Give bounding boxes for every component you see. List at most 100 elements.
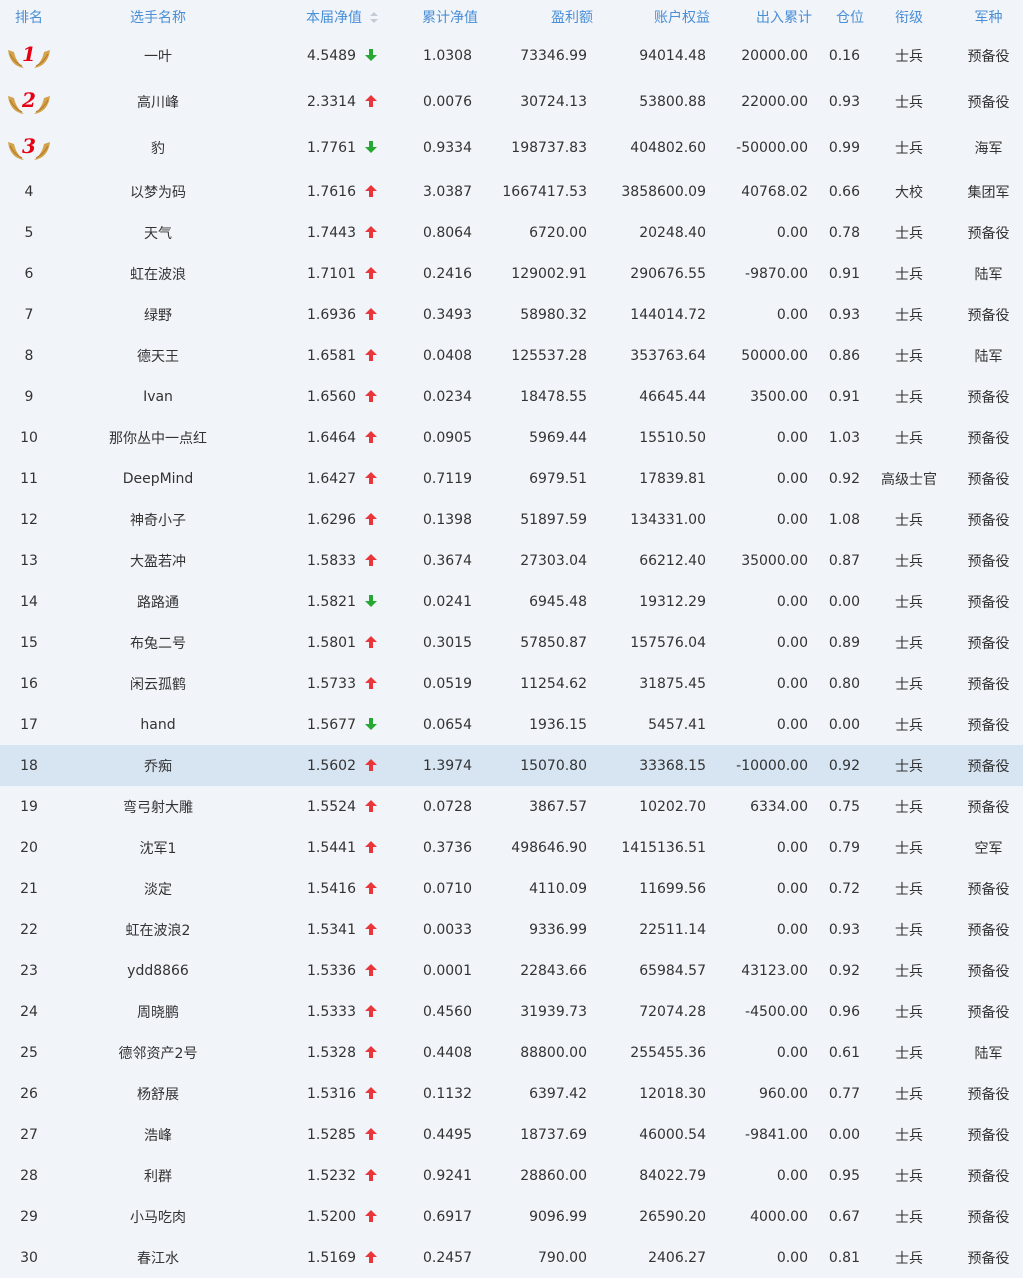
col-equity-header[interactable]: 账户权益 bbox=[593, 0, 710, 33]
table-row[interactable]: 6 虹在波浪 1.7101 0.2416 129002.91 290676.55 -9870… bbox=[0, 253, 1023, 294]
player-name[interactable]: DeepMind bbox=[58, 458, 258, 499]
title-cell: 士兵 bbox=[895, 1250, 923, 1267]
player-name[interactable]: 德天王 bbox=[58, 335, 258, 376]
equity-cell: 2406.27 bbox=[648, 1249, 706, 1266]
col-rank-header[interactable]: 排名 bbox=[0, 0, 58, 33]
table-row[interactable]: 27 浩峰 1.5285 0.4495 18737.69 46000.54 -9841.00… bbox=[0, 1114, 1023, 1155]
player-name[interactable]: Ivan bbox=[58, 376, 258, 417]
table-row[interactable]: 12 神奇小子 1.6296 0.1398 51897.59 134331.00 0.00 1… bbox=[0, 499, 1023, 540]
col-flow-header[interactable]: 出入累计 bbox=[710, 0, 812, 33]
cum-nav-cell: 0.7119 bbox=[423, 470, 472, 487]
table-row[interactable]: 29 小马吃肉 1.5200 0.6917 9096.99 26590.20 4000.00… bbox=[0, 1196, 1023, 1237]
up-arrow-icon bbox=[365, 1250, 377, 1263]
table-row[interactable]: 20 沈军1 1.5441 0.3736 498646.90 1415136.51 0.00… bbox=[0, 827, 1023, 868]
table-row[interactable]: 7 绿野 1.6936 0.3493 58980.32 144014.72 0.00 0.93… bbox=[0, 294, 1023, 335]
rank-cell: 23 bbox=[20, 962, 38, 979]
player-name[interactable]: 神奇小子 bbox=[58, 499, 258, 540]
profit-cell: 129002.91 bbox=[511, 265, 587, 282]
table-row[interactable]: 2 高川峰 2.3314 0.0076 30724.13 53800.88 22000.00… bbox=[0, 79, 1023, 125]
player-name[interactable]: 德邻资产2号 bbox=[58, 1032, 258, 1073]
table-row[interactable]: 25 德邻资产2号 1.5328 0.4408 88800.00 255455.36 0.0… bbox=[0, 1032, 1023, 1073]
cum-nav-cell: 0.4560 bbox=[423, 1003, 472, 1020]
equity-cell: 31875.45 bbox=[639, 675, 706, 692]
up-arrow-icon bbox=[365, 430, 377, 443]
player-name[interactable]: 豹 bbox=[58, 125, 258, 171]
player-name[interactable]: 大盈若冲 bbox=[58, 540, 258, 581]
player-name[interactable]: 那你丛中一点红 bbox=[58, 417, 258, 458]
table-row[interactable]: 16 闲云孤鹤 1.5733 0.0519 11254.62 31875.45 0.00 0.… bbox=[0, 663, 1023, 704]
branch-cell: 陆军 bbox=[974, 266, 1003, 283]
table-row[interactable]: 24 周晓鹏 1.5333 0.4560 31939.73 72074.28 -4500.0… bbox=[0, 991, 1023, 1032]
nav-cell: 1.5677 bbox=[258, 704, 378, 745]
player-name[interactable]: 布兔二号 bbox=[58, 622, 258, 663]
player-name[interactable]: 虹在波浪2 bbox=[58, 909, 258, 950]
player-name[interactable]: 高川峰 bbox=[58, 79, 258, 125]
col-nav-header[interactable]: 本届净值 bbox=[258, 0, 378, 33]
profit-cell: 3867.57 bbox=[529, 798, 587, 815]
table-row[interactable]: 22 虹在波浪2 1.5341 0.0033 9336.99 22511.14 0.00 0.… bbox=[0, 909, 1023, 950]
player-name[interactable]: 闲云孤鹤 bbox=[58, 663, 258, 704]
col-branch-header[interactable]: 军种 bbox=[954, 0, 1023, 33]
table-row[interactable]: 23 ydd8866 1.5336 0.0001 22843.66 65984.57 431… bbox=[0, 950, 1023, 991]
equity-cell: 72074.28 bbox=[639, 1003, 706, 1020]
player-name[interactable]: 以梦为码 bbox=[58, 171, 258, 212]
table-row[interactable]: 10 那你丛中一点红 1.6464 0.0905 5969.44 15510.50 0.00… bbox=[0, 417, 1023, 458]
player-name[interactable]: 周晓鹏 bbox=[58, 991, 258, 1032]
cum-nav-cell: 0.0408 bbox=[423, 347, 472, 364]
equity-cell: 53800.88 bbox=[639, 94, 706, 110]
table-row[interactable]: 18 乔痴 1.5602 1.3974 15070.80 33368.15 -10000.0… bbox=[0, 745, 1023, 786]
table-row[interactable]: 4 以梦为码 1.7616 3.0387 1667417.53 3858600.09 407… bbox=[0, 171, 1023, 212]
player-name[interactable]: ydd8866 bbox=[58, 950, 258, 991]
nav-cell: 1.5821 bbox=[258, 581, 378, 622]
table-row[interactable]: 28 利群 1.5232 0.9241 28860.00 84022.79 0.00 0.95… bbox=[0, 1155, 1023, 1196]
table-row[interactable]: 9 Ivan 1.6560 0.0234 18478.55 46645.44 3500.00… bbox=[0, 376, 1023, 417]
player-name[interactable]: 一叶 bbox=[58, 33, 258, 79]
player-name[interactable]: 虹在波浪 bbox=[58, 253, 258, 294]
flow-cell: 43123.00 bbox=[741, 962, 808, 979]
table-row[interactable]: 1 一叶 4.5489 1.0308 73346.99 94014.48 20000.00 0… bbox=[0, 33, 1023, 79]
player-name[interactable]: 路路通 bbox=[58, 581, 258, 622]
rank-cell: 22 bbox=[20, 921, 38, 938]
flow-cell: 0.00 bbox=[776, 429, 808, 446]
table-row[interactable]: 13 大盈若冲 1.5833 0.3674 27303.04 66212.40 35000.… bbox=[0, 540, 1023, 581]
player-name[interactable]: hand bbox=[58, 704, 258, 745]
player-name[interactable]: 利群 bbox=[58, 1155, 258, 1196]
table-row[interactable]: 3 豹 1.7761 0.9334 198737.83 404802.60 -50000.0… bbox=[0, 125, 1023, 171]
player-name[interactable]: 沈军1 bbox=[58, 827, 258, 868]
player-name[interactable]: 弯弓射大雕 bbox=[58, 786, 258, 827]
table-row[interactable]: 15 布兔二号 1.5801 0.3015 57850.87 157576.04 0.00 0… bbox=[0, 622, 1023, 663]
branch-cell: 预备役 bbox=[967, 307, 1010, 324]
table-row[interactable]: 11 DeepMind 1.6427 0.7119 6979.51 17839.81 0.0… bbox=[0, 458, 1023, 499]
col-position-header[interactable]: 仓位 bbox=[812, 0, 864, 33]
profit-cell: 9336.99 bbox=[529, 921, 587, 938]
up-arrow-icon bbox=[365, 512, 377, 525]
player-name[interactable]: 春江水 bbox=[58, 1237, 258, 1278]
table-row[interactable]: 17 hand 1.5677 0.0654 1936.15 5457.41 0.00 0.00… bbox=[0, 704, 1023, 745]
up-arrow-icon bbox=[365, 1004, 377, 1017]
table-row[interactable]: 8 德天王 1.6581 0.0408 125537.28 353763.64 50000.… bbox=[0, 335, 1023, 376]
equity-cell: 66212.40 bbox=[639, 552, 706, 569]
player-name[interactable]: 杨舒展 bbox=[58, 1073, 258, 1114]
player-name[interactable]: 乔痴 bbox=[58, 745, 258, 786]
player-name[interactable]: 天气 bbox=[58, 212, 258, 253]
player-name[interactable]: 浩峰 bbox=[58, 1114, 258, 1155]
col-title-header[interactable]: 衔级 bbox=[864, 0, 954, 33]
player-name[interactable]: 淡定 bbox=[58, 868, 258, 909]
table-row[interactable]: 19 弯弓射大雕 1.5524 0.0728 3867.57 10202.70 6334.0… bbox=[0, 786, 1023, 827]
player-name[interactable]: 绿野 bbox=[58, 294, 258, 335]
table-row[interactable]: 30 春江水 1.5169 0.2457 790.00 2406.27 0.00 0.81 士兵… bbox=[0, 1237, 1023, 1278]
table-row[interactable]: 26 杨舒展 1.5316 0.1132 6397.42 12018.30 960.00 0.… bbox=[0, 1073, 1023, 1114]
table-row[interactable]: 21 淡定 1.5416 0.0710 4110.09 11699.56 0.00 0.72 士… bbox=[0, 868, 1023, 909]
col-name-header[interactable]: 选手名称 bbox=[58, 0, 258, 33]
equity-cell: 20248.40 bbox=[639, 224, 706, 241]
col-profit-header[interactable]: 盈利额 bbox=[478, 0, 593, 33]
table-row[interactable]: 5 天气 1.7443 0.8064 6720.00 20248.40 0.00 0.78 士兵… bbox=[0, 212, 1023, 253]
col-cum-nav-header[interactable]: 累计净值 bbox=[378, 0, 478, 33]
position-cell: 0.16 bbox=[828, 48, 860, 64]
player-name[interactable]: 小马吃肉 bbox=[58, 1196, 258, 1237]
profit-cell: 27303.04 bbox=[520, 552, 587, 569]
rank-cell: 19 bbox=[20, 798, 38, 815]
position-cell: 0.79 bbox=[828, 839, 860, 856]
nav-cell: 1.6427 bbox=[258, 458, 378, 499]
table-row[interactable]: 14 路路通 1.5821 0.0241 6945.48 19312.29 0.00 0.00… bbox=[0, 581, 1023, 622]
